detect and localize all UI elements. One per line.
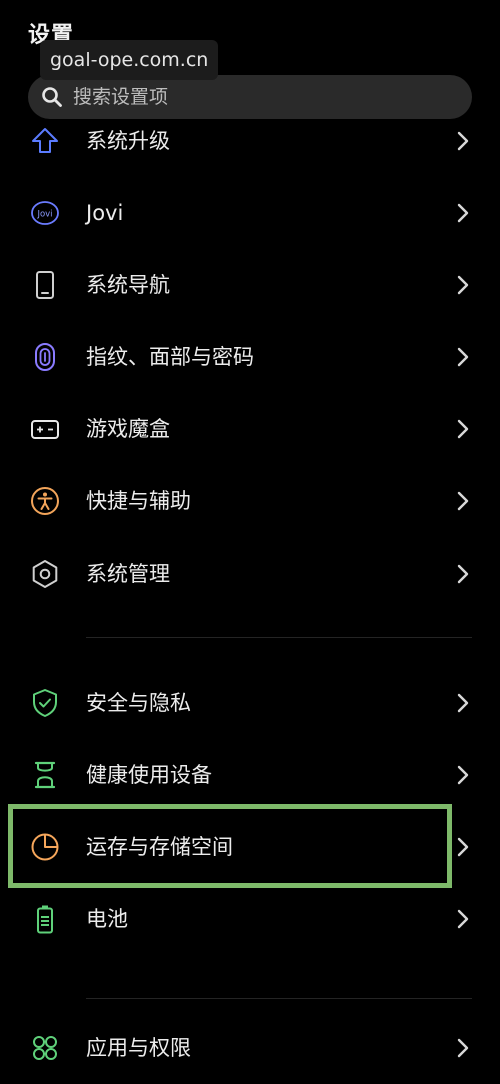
settings-item-healthy-device-use[interactable]: 健康使用设备 [0, 739, 500, 811]
settings-item-label: 指纹、面部与密码 [86, 345, 254, 369]
battery-icon [37, 905, 53, 934]
section-divider [86, 637, 472, 638]
settings-item-label: Jovi [86, 201, 124, 225]
settings-item-label: 运存与存储空间 [86, 835, 233, 859]
phone-navigation-icon [36, 271, 54, 299]
hexagon-settings-icon [32, 560, 58, 588]
settings-item-label: 游戏魔盒 [86, 417, 170, 441]
settings-item-fingerprint[interactable]: 指纹、面部与密码 [0, 321, 500, 393]
fingerprint-icon [35, 343, 55, 371]
jovi-icon: Jovi [31, 201, 59, 225]
chevron-right-icon [457, 837, 469, 857]
chevron-right-icon [457, 693, 469, 713]
settings-item-label: 健康使用设备 [86, 763, 212, 787]
settings-item-system-management[interactable]: 系统管理 [0, 538, 500, 610]
settings-item-label: 系统导航 [86, 273, 170, 297]
pie-chart-icon [31, 833, 59, 861]
settings-item-game-box[interactable]: 游戏魔盒 [0, 393, 500, 465]
chevron-right-icon [457, 765, 469, 785]
chevron-right-icon [457, 491, 469, 511]
search-icon [42, 87, 62, 107]
settings-item-security-privacy[interactable]: 安全与隐私 [0, 667, 500, 739]
settings-item-battery[interactable]: 电池 [0, 883, 500, 955]
chevron-right-icon [457, 909, 469, 929]
header-bar: 设置 goal-ope.com.cn 搜索设置项 [0, 0, 500, 128]
hourglass-icon [34, 761, 56, 789]
chevron-right-icon [457, 564, 469, 584]
chevron-right-icon [457, 347, 469, 367]
settings-item-jovi[interactable]: Jovi Jovi [0, 177, 500, 249]
chevron-right-icon [457, 419, 469, 439]
settings-item-label: 应用与权限 [86, 1036, 191, 1060]
settings-item-system-navigation[interactable]: 系统导航 [0, 249, 500, 321]
search-placeholder: 搜索设置项 [73, 86, 169, 108]
section-divider [86, 998, 472, 999]
settings-item-shortcuts-accessibility[interactable]: 快捷与辅助 [0, 465, 500, 537]
settings-item-apps-permissions[interactable]: 应用与权限 [0, 1012, 500, 1084]
search-input[interactable]: 搜索设置项 [28, 75, 472, 119]
settings-item-label: 电池 [86, 907, 128, 931]
settings-item-label: 快捷与辅助 [86, 489, 191, 513]
chevron-right-icon [457, 275, 469, 295]
apps-grid-icon [33, 1036, 57, 1060]
shield-check-icon [33, 689, 57, 717]
chevron-right-icon [457, 1038, 469, 1058]
svg-text:Jovi: Jovi [36, 210, 52, 220]
settings-item-label: 安全与隐私 [86, 691, 191, 715]
watermark-label: goal-ope.com.cn [40, 40, 219, 80]
settings-item-label: 系统管理 [86, 562, 170, 586]
chevron-right-icon [457, 131, 469, 151]
chevron-right-icon [457, 203, 469, 223]
upgrade-arrow-icon [32, 128, 58, 153]
settings-item-memory-storage[interactable]: 运存与存储空间 [0, 811, 500, 883]
gamepad-icon [31, 420, 59, 439]
accessibility-icon [31, 487, 59, 515]
